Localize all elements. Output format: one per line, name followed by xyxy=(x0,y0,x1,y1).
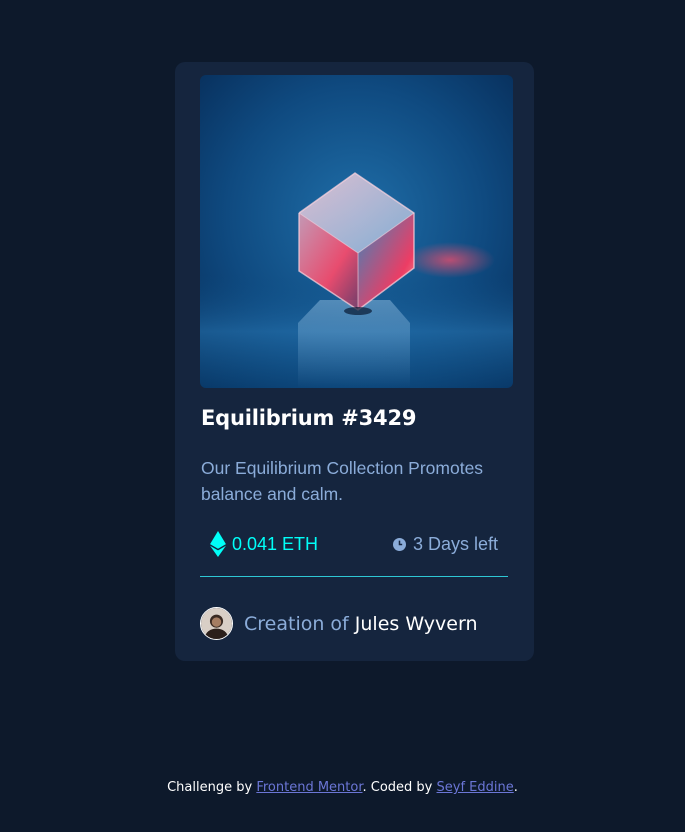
creator: Creation of Jules Wyvern xyxy=(200,607,477,640)
nft-stats: 0.041 ETH 3 Days left xyxy=(200,529,513,561)
author-link[interactable]: Seyf Eddine xyxy=(437,780,514,795)
nft-card: Equilibrium #3429 Our Equilibrium Collec… xyxy=(175,62,534,661)
coded-prefix: . Coded by xyxy=(362,780,437,795)
nft-image[interactable] xyxy=(200,75,513,388)
price-value: 0.041 ETH xyxy=(232,533,319,554)
frontend-mentor-link[interactable]: Frontend Mentor xyxy=(256,780,362,795)
nft-description: Our Equilibrium Collection Promotes bala… xyxy=(201,458,484,504)
nft-title[interactable]: Equilibrium #3429 xyxy=(201,406,416,430)
avatar xyxy=(200,607,233,640)
attribution-suffix: . xyxy=(513,780,518,795)
creator-name[interactable]: Jules Wyvern xyxy=(355,613,478,635)
attribution: Challenge by Frontend Mentor. Coded by S… xyxy=(0,780,685,795)
creator-text: Creation of Jules Wyvern xyxy=(244,613,477,635)
cube-image xyxy=(200,75,513,388)
time-left-value: 3 Days left xyxy=(412,533,498,554)
ethereum-icon xyxy=(210,531,226,557)
challenge-prefix: Challenge by xyxy=(167,780,257,795)
price: 0.041 ETH xyxy=(209,531,318,557)
creator-prefix: Creation of xyxy=(244,612,355,635)
clock-icon xyxy=(392,537,406,551)
avatar-image xyxy=(201,608,232,639)
divider xyxy=(200,576,508,577)
time-left: 3 Days left xyxy=(392,531,498,557)
